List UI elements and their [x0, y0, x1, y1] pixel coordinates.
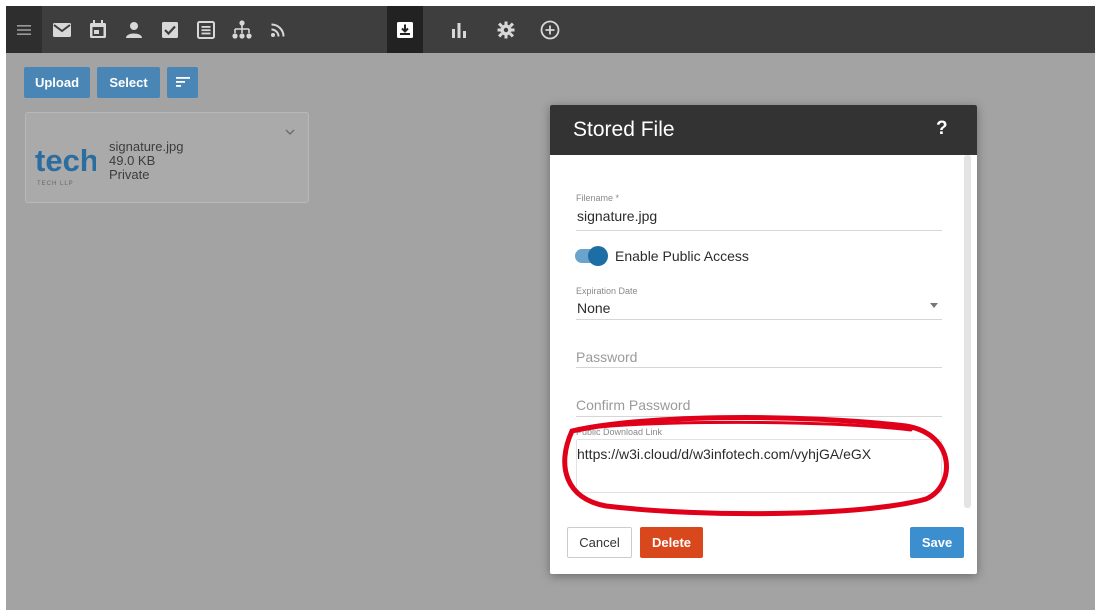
password-input[interactable]: Password [576, 349, 637, 365]
password-underline [576, 367, 942, 368]
dialog-header: Stored File ? [550, 105, 977, 155]
confirm-password-input[interactable]: Confirm Password [576, 397, 690, 413]
upload-button[interactable]: Upload [24, 67, 90, 98]
add-icon[interactable] [532, 6, 568, 53]
file-name: signature.jpg [109, 139, 184, 154]
file-size: 49.0 KB [109, 153, 156, 168]
mail-icon[interactable] [44, 6, 80, 53]
expiration-select[interactable]: None [577, 300, 610, 316]
chevron-down-icon[interactable] [285, 125, 295, 139]
calendar-icon[interactable] [80, 6, 116, 53]
contacts-icon[interactable] [116, 6, 152, 53]
download-link-field[interactable]: https://w3i.cloud/d/w3infotech.com/vyhjG… [577, 446, 871, 462]
filename-field[interactable]: signature.jpg [577, 208, 657, 224]
thumbnail-logo-subtext: TECH LLP [37, 181, 74, 187]
dialog-scrollbar[interactable] [964, 155, 971, 508]
download-link-label: Public Download Link [576, 427, 663, 437]
toggle-knob[interactable] [588, 246, 608, 266]
app-window: Upload Select tech TECH LLP signature.jp… [6, 6, 1095, 610]
top-nav-bar [6, 6, 1095, 53]
dialog-title: Stored File [573, 118, 675, 141]
filename-label: Filename * [576, 193, 620, 203]
file-meta: signature.jpg 49.0 KB Private [109, 140, 183, 182]
sort-icon [175, 75, 190, 90]
thumbnail-logo-text: tech [35, 143, 96, 178]
rss-icon[interactable] [260, 6, 296, 53]
file-card[interactable]: tech TECH LLP signature.jpg 49.0 KB Priv… [25, 112, 309, 203]
save-button[interactable]: Save [910, 527, 964, 558]
cancel-button[interactable]: Cancel [567, 527, 632, 558]
select-button[interactable]: Select [97, 67, 160, 98]
sort-button[interactable] [167, 67, 198, 98]
public-access-label: Enable Public Access [615, 248, 749, 264]
delete-button[interactable]: Delete [640, 527, 703, 558]
files-icon[interactable] [387, 6, 423, 53]
stored-file-dialog: Stored File ? Filename * signature.jpg E… [550, 105, 977, 574]
help-icon[interactable]: ? [936, 118, 948, 140]
filename-underline [576, 230, 942, 231]
notes-icon[interactable] [188, 6, 224, 53]
tasks-icon[interactable] [152, 6, 188, 53]
file-visibility: Private [109, 167, 150, 182]
menu-icon[interactable] [6, 6, 42, 53]
confirm-password-underline [576, 416, 942, 417]
settings-icon[interactable] [488, 6, 524, 53]
expiration-label: Expiration Date [576, 286, 638, 296]
reports-icon[interactable] [441, 6, 477, 53]
expiration-underline [576, 319, 942, 320]
dropdown-caret-icon[interactable] [930, 303, 938, 308]
file-thumbnail: tech TECH LLP [34, 143, 99, 191]
org-chart-icon[interactable] [224, 6, 260, 53]
